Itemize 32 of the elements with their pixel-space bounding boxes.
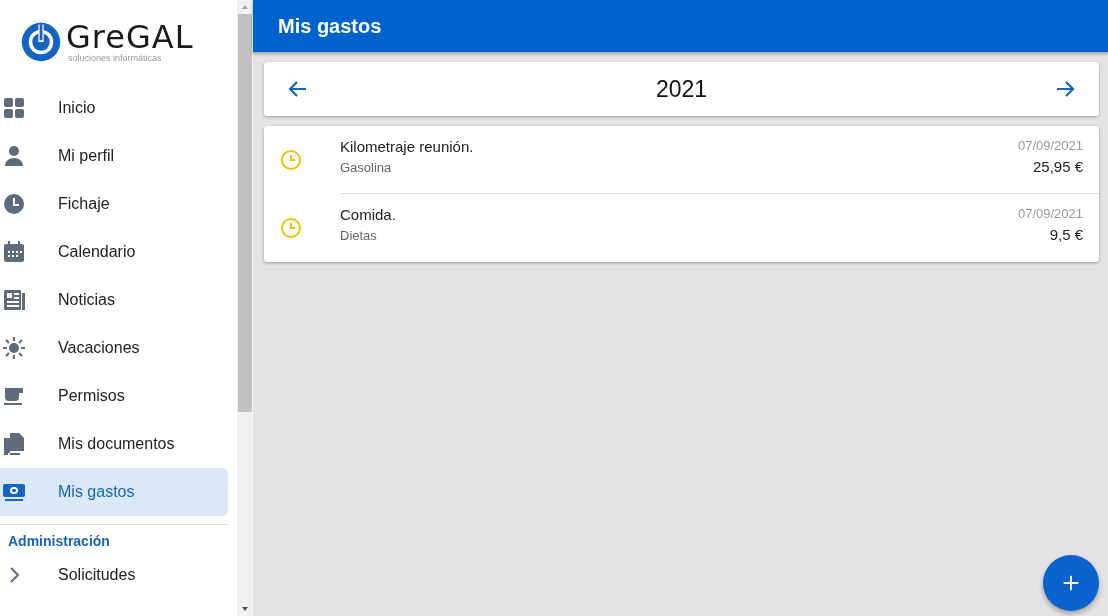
sidebar-item[interactable]: Noticias [0,276,228,324]
expense-date: 07/09/2021 [1017,138,1083,153]
power-icon [20,21,62,63]
sun-icon [2,336,26,360]
sidebar-item[interactable]: Calendario [0,228,228,276]
documents-icon [2,432,26,456]
expense-date: 07/09/2021 [1017,206,1083,221]
logo-tagline: soluciones informáticas [67,53,162,63]
page-title: Mis gastos [278,14,382,38]
add-button[interactable] [1043,555,1099,611]
sidebar-item[interactable]: Permisos [0,372,228,420]
grid-icon [2,96,26,120]
sidebar-item[interactable]: Mi perfil [0,132,228,180]
scrollbar[interactable] [237,0,253,616]
person-icon [2,144,26,168]
sidebar-item[interactable]: Solicitudes [0,551,228,599]
sidebar-item[interactable]: Fichaje [0,180,228,228]
sidebar-item[interactable]: Mis gastos [0,468,228,516]
sidebar-item[interactable]: Inicio [0,84,228,132]
expense-category: Dietas [340,228,378,243]
expense-amount: 9,5 € [1049,226,1083,243]
year-label: 2021 [655,75,708,103]
logo-wordmark: GreGAL [66,21,194,53]
expense-item[interactable]: Comida. Dietas 07/09/2021 9,5 € [264,194,1099,262]
expense-title: Kilometraje reunión. [340,138,474,155]
sidebar-item[interactable]: Mis documentos [0,420,228,468]
section-heading: Administración [7,533,111,549]
expense-category: Gasolina [340,160,393,175]
expense-amount: 25,95 € [1032,158,1083,175]
expense-item[interactable]: Kilometraje reunión. Gasolina 07/09/2021 25,95 € [264,126,1099,194]
sidebar-item[interactable]: Vacaciones [0,324,228,372]
expense-title: Comida. [340,206,396,223]
